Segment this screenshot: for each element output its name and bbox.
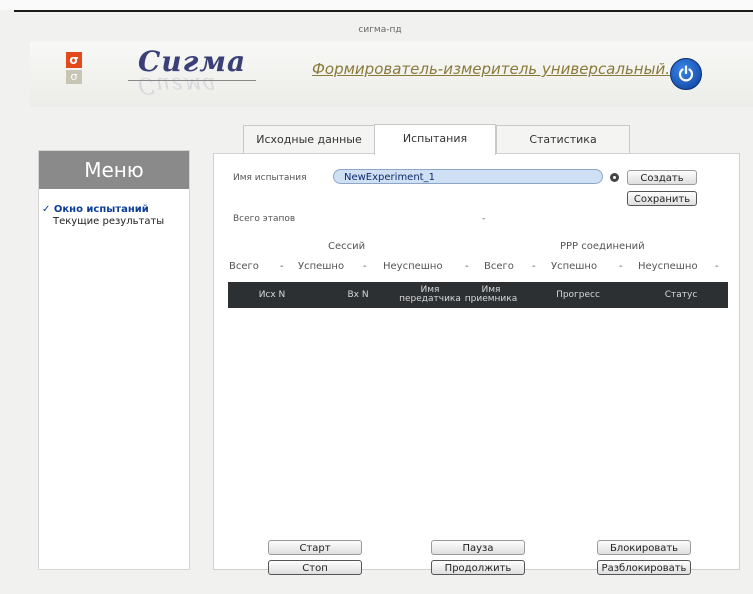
sidebar-item-label: Текущие результаты [53, 216, 165, 227]
stat-success-ppp-value: - [619, 261, 623, 272]
col-transmitter-name[interactable]: Имя передатчика [399, 282, 461, 308]
unblock-button[interactable]: Разблокировать [597, 560, 691, 575]
app-subtitle: Формирователь-измеритель универсальный. [312, 60, 670, 78]
sidebar-item-label: Окно испытаний [53, 204, 149, 215]
clear-icon[interactable] [610, 173, 619, 182]
sidebar-item-current-results[interactable]: Текущие результаты [39, 216, 189, 228]
sidebar: Меню ✓ Окно испытаний Текущие результаты [38, 150, 190, 570]
block-button[interactable]: Блокировать [597, 540, 691, 555]
total-stages-label: Всего этапов [233, 214, 296, 224]
stat-fail-sessions-value: - [465, 261, 469, 272]
logo-reflection-icon: σ [66, 70, 82, 84]
brand-underline [128, 80, 256, 81]
stat-total-ppp-label: Всего [484, 261, 514, 272]
stat-total-sessions-value: - [280, 261, 284, 272]
pause-button[interactable]: Пауза [431, 540, 525, 555]
test-name-input[interactable]: NewExperiment_1 [333, 169, 603, 184]
col-receiver-name[interactable]: Имя приемника [460, 282, 522, 308]
stat-fail-sessions-label: Неуспешно [383, 261, 443, 272]
menu-title: Меню [39, 151, 189, 189]
col-in-n[interactable]: Вх N [316, 282, 400, 308]
logo-icon: σ [66, 52, 82, 68]
stat-success-ppp-label: Успешно [551, 261, 598, 272]
brand-reflection: Сигма [138, 72, 217, 97]
test-name-label: Имя испытания [233, 173, 307, 183]
stat-total-sessions-label: Всего [229, 261, 259, 272]
col-progress[interactable]: Прогресс [522, 282, 634, 308]
top-bar [0, 0, 753, 10]
tab-statistics[interactable]: Статистика [496, 125, 630, 154]
ppp-title: PPP соединений [560, 241, 645, 252]
col-status[interactable]: Статус [634, 282, 728, 308]
save-button[interactable]: Сохранить [627, 191, 697, 206]
stat-fail-ppp-label: Неуспешно [638, 261, 698, 272]
tab-source-data[interactable]: Исходные данные [243, 125, 375, 154]
total-stages-value: - [482, 214, 486, 224]
tab-tests[interactable]: Испытания [374, 124, 496, 155]
title-divider [14, 10, 753, 12]
stop-button[interactable]: Стоп [268, 560, 362, 575]
stat-fail-ppp-value: - [715, 261, 719, 272]
stat-success-sessions-value: - [363, 261, 367, 272]
power-icon [678, 65, 694, 82]
start-button[interactable]: Старт [268, 540, 362, 555]
stat-total-ppp-value: - [532, 261, 536, 272]
window-title: сигма-пд [358, 25, 402, 35]
sidebar-item-test-window[interactable]: ✓ Окно испытаний [39, 204, 189, 216]
create-button[interactable]: Создать [627, 170, 697, 185]
check-icon: ✓ [42, 204, 51, 215]
results-table-header: Исх N Вх N Имя передатчика Имя приемника… [228, 282, 728, 308]
stat-success-sessions-label: Успешно [298, 261, 345, 272]
resume-button[interactable]: Продолжить [431, 560, 525, 575]
col-out-n[interactable]: Исх N [228, 282, 316, 308]
power-button[interactable] [670, 58, 702, 90]
sessions-title: Сессий [328, 241, 366, 252]
